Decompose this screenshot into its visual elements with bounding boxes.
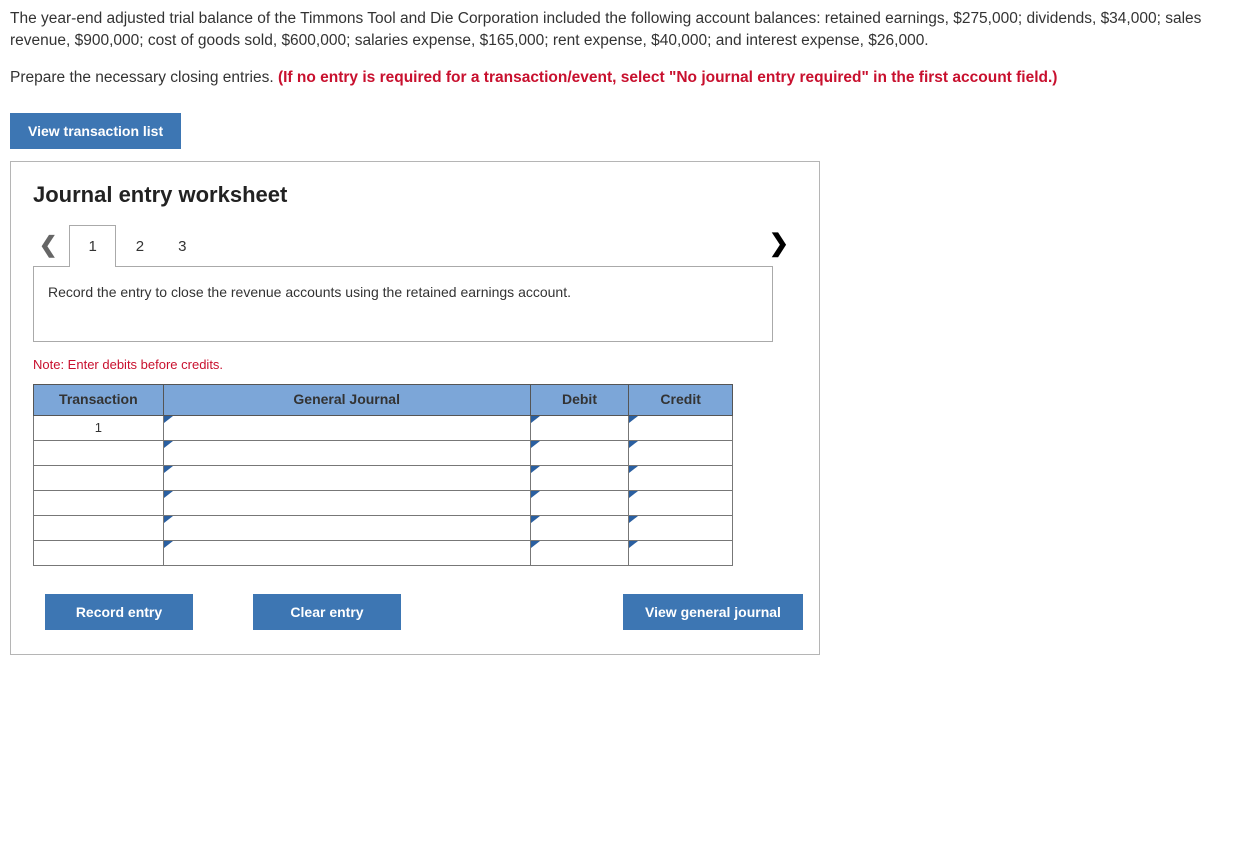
cell-general-journal[interactable] xyxy=(163,440,530,465)
worksheet-title: Journal entry worksheet xyxy=(33,180,797,211)
header-transaction: Transaction xyxy=(34,385,164,416)
cell-debit[interactable] xyxy=(530,515,629,540)
cell-debit[interactable] xyxy=(530,490,629,515)
cell-credit[interactable] xyxy=(629,465,733,490)
tab-3[interactable]: 3 xyxy=(164,226,200,267)
cell-debit[interactable] xyxy=(530,465,629,490)
header-debit: Debit xyxy=(530,385,629,416)
table-row xyxy=(34,465,733,490)
chevron-left-icon[interactable]: ❮ xyxy=(33,224,63,267)
view-transaction-list-button[interactable]: View transaction list xyxy=(10,113,181,149)
header-credit: Credit xyxy=(629,385,733,416)
cell-credit[interactable] xyxy=(629,490,733,515)
clear-entry-button[interactable]: Clear entry xyxy=(253,594,401,630)
cell-credit[interactable] xyxy=(629,440,733,465)
table-row xyxy=(34,515,733,540)
debits-before-credits-note: Note: Enter debits before credits. xyxy=(33,356,797,374)
action-row: Record entry Clear entry View general jo… xyxy=(33,594,803,630)
problem-paragraph-2: Prepare the necessary closing entries. (… xyxy=(10,67,1226,89)
table-row xyxy=(34,440,733,465)
cell-debit[interactable] xyxy=(530,440,629,465)
cell-debit[interactable] xyxy=(530,415,629,440)
cell-general-journal[interactable] xyxy=(163,540,530,565)
cell-transaction[interactable] xyxy=(34,465,164,490)
instruction-emphasis: (If no entry is required for a transacti… xyxy=(278,69,1058,86)
cell-general-journal[interactable] xyxy=(163,490,530,515)
cell-transaction[interactable] xyxy=(34,490,164,515)
problem-paragraph-1: The year-end adjusted trial balance of t… xyxy=(10,8,1226,51)
record-entry-button[interactable]: Record entry xyxy=(45,594,193,630)
header-general-journal: General Journal xyxy=(163,385,530,416)
tab-1[interactable]: 1 xyxy=(69,225,115,267)
cell-debit[interactable] xyxy=(530,540,629,565)
cell-credit[interactable] xyxy=(629,540,733,565)
prepare-text: Prepare the necessary closing entries. xyxy=(10,69,278,86)
cell-credit[interactable] xyxy=(629,415,733,440)
journal-worksheet-panel: Journal entry worksheet ❮ 1 2 3 ❯ Record… xyxy=(10,161,820,655)
cell-transaction[interactable]: 1 xyxy=(34,415,164,440)
journal-table: Transaction General Journal Debit Credit… xyxy=(33,384,733,566)
table-row xyxy=(34,490,733,515)
table-row xyxy=(34,540,733,565)
cell-transaction[interactable] xyxy=(34,515,164,540)
cell-transaction[interactable] xyxy=(34,540,164,565)
table-row: 1 xyxy=(34,415,733,440)
tab-row: ❮ 1 2 3 ❯ xyxy=(33,221,797,267)
cell-transaction[interactable] xyxy=(34,440,164,465)
cell-general-journal[interactable] xyxy=(163,465,530,490)
view-general-journal-button[interactable]: View general journal xyxy=(623,594,803,630)
tab-2[interactable]: 2 xyxy=(122,226,158,267)
instruction-box: Record the entry to close the revenue ac… xyxy=(33,266,773,342)
cell-credit[interactable] xyxy=(629,515,733,540)
cell-general-journal[interactable] xyxy=(163,515,530,540)
chevron-right-icon[interactable]: ❯ xyxy=(763,221,797,267)
cell-general-journal[interactable] xyxy=(163,415,530,440)
